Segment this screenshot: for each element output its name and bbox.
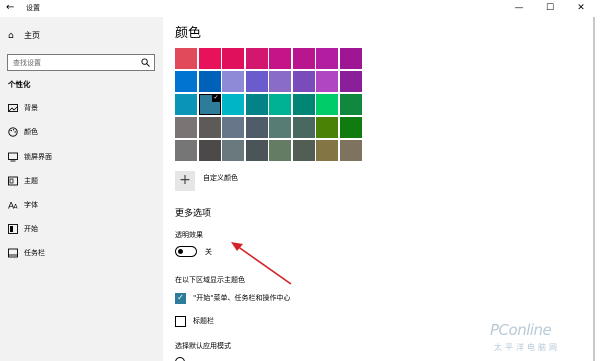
- color-swatch[interactable]: [316, 48, 338, 69]
- font-icon: AA: [8, 202, 19, 211]
- color-swatch[interactable]: [222, 71, 244, 92]
- sidebar-item-themes[interactable]: 主题: [8, 175, 38, 187]
- watermark-cn: 太平洋电脑网: [494, 343, 560, 352]
- home-icon: ⌂: [8, 31, 14, 41]
- sidebar-item-label: 主题: [24, 177, 38, 185]
- sidebar-item-label: 锁屏界面: [24, 153, 52, 161]
- sidebar-item-start[interactable]: 开始: [8, 223, 38, 235]
- sidebar-item-fonts[interactable]: AA 字体: [8, 199, 38, 211]
- sidebar: ⌂ 主页 查找设置 个性化 背景 颜色 锁屏界面 主题 AA 字体 开始 任务栏: [0, 17, 163, 361]
- check-icon: ✓: [177, 293, 184, 302]
- color-swatch[interactable]: [316, 94, 338, 115]
- close-button[interactable]: ✕: [566, 0, 596, 17]
- app-mode-radio[interactable]: [175, 357, 185, 361]
- palette-icon: [8, 127, 18, 137]
- search-placeholder: 查找设置: [13, 59, 41, 67]
- color-swatch[interactable]: [245, 117, 268, 138]
- color-swatch[interactable]: [222, 117, 244, 138]
- sidebar-item-colors[interactable]: 颜色: [8, 126, 38, 138]
- color-swatch[interactable]: [339, 94, 362, 115]
- titlebar-checkbox[interactable]: [175, 316, 186, 327]
- section-title: 个性化: [8, 80, 31, 89]
- color-swatch[interactable]: [292, 117, 315, 138]
- color-swatch[interactable]: [339, 140, 362, 161]
- sidebar-home[interactable]: ⌂ 主页: [8, 31, 40, 41]
- color-swatch[interactable]: [269, 48, 291, 69]
- app-mode-label: 选择默认应用模式: [175, 342, 231, 350]
- color-swatch[interactable]: [292, 94, 315, 115]
- window-title: 设置: [26, 4, 40, 12]
- color-swatch[interactable]: [316, 71, 338, 92]
- toggle-knob: [178, 248, 183, 254]
- transparency-toggle[interactable]: [175, 246, 197, 257]
- taskbar-icon: [8, 248, 18, 258]
- custom-color-button[interactable]: +: [175, 171, 195, 191]
- maximize-button[interactable]: ☐: [535, 0, 565, 17]
- sidebar-item-background[interactable]: 背景: [8, 102, 38, 114]
- color-swatch[interactable]: [339, 48, 362, 69]
- color-swatch[interactable]: [198, 48, 221, 69]
- color-swatch[interactable]: [175, 48, 197, 69]
- watermark-logo: PConline 太平洋电脑网: [486, 303, 598, 359]
- color-swatch[interactable]: [245, 48, 268, 69]
- sidebar-item-label: 任务栏: [24, 249, 45, 257]
- start-taskbar-label: "开始"菜单、任务栏和操作中心: [193, 294, 291, 302]
- color-swatch[interactable]: [245, 71, 268, 92]
- more-options-heading: 更多选项: [175, 209, 212, 219]
- color-palette: ✓: [175, 48, 362, 161]
- color-swatch[interactable]: [245, 94, 268, 115]
- start-icon: [8, 224, 18, 234]
- color-swatch[interactable]: [222, 140, 244, 161]
- picture-icon: [8, 104, 18, 112]
- start-taskbar-checkbox[interactable]: ✓: [175, 293, 186, 304]
- custom-color-label: 自定义颜色: [203, 174, 238, 182]
- search-icon: [141, 58, 150, 67]
- minimize-button[interactable]: —: [504, 0, 534, 17]
- color-swatch[interactable]: [316, 140, 338, 161]
- color-swatch[interactable]: [269, 117, 291, 138]
- color-swatch[interactable]: [198, 140, 221, 161]
- color-swatch[interactable]: [175, 71, 197, 92]
- color-swatch[interactable]: [339, 117, 362, 138]
- home-label: 主页: [24, 31, 40, 40]
- transparency-state: 关: [205, 248, 212, 256]
- color-swatch[interactable]: [198, 71, 221, 92]
- sidebar-item-label: 开始: [24, 225, 38, 233]
- sidebar-item-label: 字体: [24, 201, 38, 209]
- watermark-brand: PConline: [490, 321, 552, 339]
- color-swatch[interactable]: [175, 140, 197, 161]
- color-swatch[interactable]: [269, 71, 291, 92]
- color-swatch[interactable]: [245, 140, 268, 161]
- color-swatch[interactable]: ✓: [198, 94, 221, 115]
- search-input[interactable]: 查找设置: [7, 54, 155, 71]
- sidebar-item-taskbar[interactable]: 任务栏: [8, 247, 45, 259]
- color-swatch[interactable]: [222, 94, 244, 115]
- color-swatch[interactable]: [292, 48, 315, 69]
- sidebar-item-label: 颜色: [24, 128, 38, 136]
- theme-icon: [8, 176, 18, 186]
- titlebar-label: 标题栏: [193, 317, 214, 325]
- color-swatch[interactable]: [175, 94, 197, 115]
- title-bar: ← 设置 — ☐ ✕: [0, 0, 600, 17]
- color-swatch[interactable]: [292, 71, 315, 92]
- annotation-arrow-icon: [231, 242, 292, 285]
- color-swatch[interactable]: [222, 48, 244, 69]
- color-swatch[interactable]: [316, 117, 338, 138]
- color-swatch[interactable]: [292, 140, 315, 161]
- color-swatch[interactable]: [198, 117, 221, 138]
- transparency-label: 透明效果: [175, 231, 203, 239]
- back-arrow-icon[interactable]: ←: [6, 2, 18, 14]
- svg-text:A: A: [14, 204, 19, 211]
- page-title: 颜色: [175, 26, 202, 41]
- color-swatch[interactable]: [339, 71, 362, 92]
- color-swatch[interactable]: [175, 117, 197, 138]
- sidebar-item-lock-screen[interactable]: 锁屏界面: [8, 151, 52, 163]
- check-icon: ✓: [211, 94, 221, 102]
- lock-screen-icon: [8, 152, 18, 162]
- color-swatch[interactable]: [269, 140, 291, 161]
- color-swatch[interactable]: [269, 94, 291, 115]
- sidebar-item-label: 背景: [24, 104, 38, 112]
